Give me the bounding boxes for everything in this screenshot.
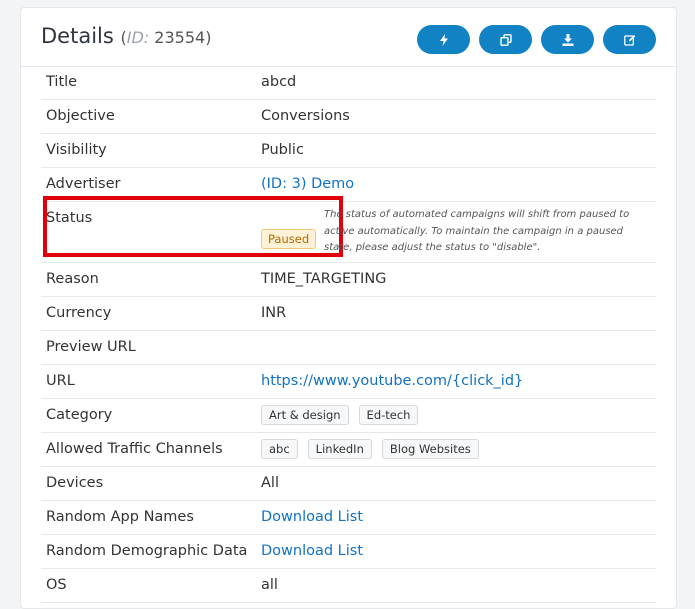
row-objective: Objective Conversions [41,100,656,134]
row-random-demographic: Random Demographic Data Download List [41,535,656,569]
field-label: Devices [46,475,104,491]
row-url: URL https://www.youtube.com/{click_id} [41,365,656,399]
field-label: Objective [46,108,115,124]
url-link[interactable]: https://www.youtube.com/{click_id} [261,373,523,389]
id-label: ID: [126,28,150,47]
status-note: The status of automated campaigns will s… [324,209,630,253]
row-currency: Currency INR [41,297,656,331]
card-header: Details (ID: 23554) [21,8,676,67]
copy-icon [499,33,512,46]
duplicate-button[interactable] [479,25,532,54]
field-label: Status [46,210,93,226]
field-label: Category [46,407,113,423]
traffic-chips: abc LinkedIn Blog Websites [261,439,489,459]
field-label: URL [46,373,75,389]
lightning-icon [439,33,448,46]
download-icon [562,33,573,46]
edit-button[interactable] [603,25,656,54]
field-value: Public [261,142,304,158]
field-label: Preview URL [46,339,136,355]
field-label: Visibility [46,142,107,158]
download-list-link[interactable]: Download List [261,543,363,559]
row-title: Title abcd [41,66,656,100]
traffic-chip: abc [261,439,298,459]
advertiser-link[interactable]: (ID: 3) Demo [261,176,354,192]
action-buttons [417,25,656,54]
download-button[interactable] [541,25,594,54]
page-title: Details (ID: 23554) [41,24,211,48]
details-list: Title abcd Objective Conversions Visibil… [41,66,656,603]
field-label: Allowed Traffic Channels [46,441,223,457]
id-wrapper: (ID: 23554) [120,28,212,47]
traffic-chip: Blog Websites [381,439,479,459]
category-chips: Art & design Ed-tech [261,405,428,425]
row-os: OS all [41,569,656,603]
row-devices: Devices All [41,467,656,501]
details-card: Details (ID: 23554) Title abcd Objective [20,7,677,609]
field-label: Currency [46,305,112,321]
row-traffic-channels: Allowed Traffic Channels abc LinkedIn Blog… [41,433,656,467]
field-label: Advertiser [46,176,121,192]
quick-action-button[interactable] [417,25,470,54]
id-value: 23554 [154,28,206,47]
row-visibility: Visibility Public [41,134,656,168]
row-category: Category Art & design Ed-tech [41,399,656,433]
field-value: All [261,475,279,491]
field-label: OS [46,577,67,593]
title-text: Details [41,24,114,48]
field-value: abcd [261,74,297,90]
field-value: INR [261,305,287,321]
category-chip: Art & design [261,405,349,425]
download-list-link[interactable]: Download List [261,509,363,525]
traffic-chip: LinkedIn [307,439,372,459]
edit-icon [623,34,635,46]
status-badge: Paused [261,229,317,249]
field-label: Random App Names [46,509,194,525]
field-label: Title [46,74,78,90]
category-chip: Ed-tech [358,405,419,425]
row-preview-url: Preview URL [41,331,656,365]
field-value: Conversions [261,108,350,124]
row-reason: Reason TIME_TARGETING [41,263,656,297]
field-label: Reason [46,271,99,287]
field-value: all [261,577,278,593]
row-status: Status Paused The status of automated ca… [41,196,656,263]
field-label: Random Demographic Data [46,543,248,559]
row-random-app-names: Random App Names Download List [41,501,656,535]
field-value: TIME_TARGETING [261,271,387,287]
